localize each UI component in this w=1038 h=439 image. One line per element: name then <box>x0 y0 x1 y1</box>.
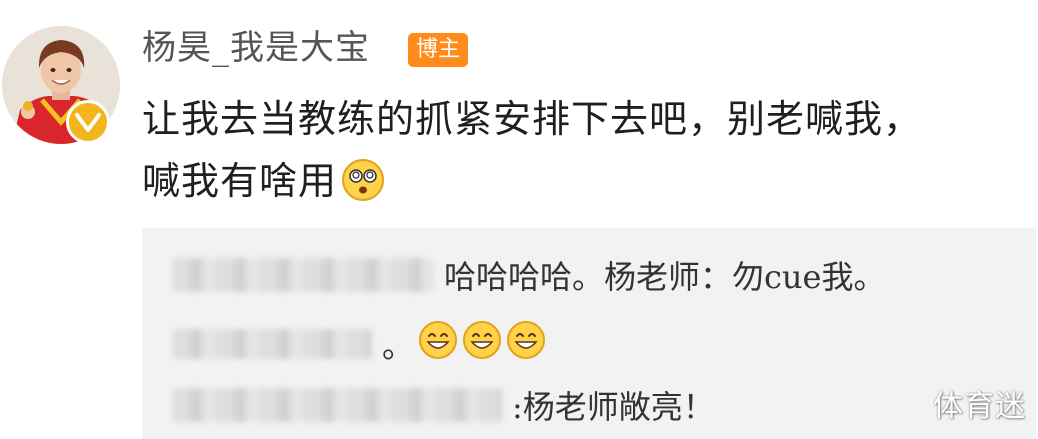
blogger-badge: 博主 <box>408 33 469 67</box>
post-text-line-2: 喊我有啥用 <box>142 159 338 203</box>
post-text-line-1: 让我去当教练的抓紧安排下去吧，别老喊我， <box>142 97 923 141</box>
reply-list: 哈哈哈哈。杨老师：勿cue我。 。:杨老师敞亮！ <box>142 228 1036 439</box>
reply-text: :杨老师敞亮！ <box>512 388 715 426</box>
grin-emoji-icon <box>506 320 546 368</box>
grin-emoji-icon <box>418 320 458 368</box>
reply-text: 。 <box>382 327 415 365</box>
verified-badge-icon <box>66 100 110 144</box>
post-text: 让我去当教练的抓紧安排下去吧，别老喊我， 喊我有啥用 <box>142 88 1032 220</box>
blurred-username <box>172 258 434 292</box>
reply-text: 哈哈哈哈。杨老师：勿cue我。 <box>444 258 886 296</box>
blurred-username <box>172 329 372 359</box>
watermark: 体育迷 <box>933 389 1026 424</box>
reply-item[interactable]: :杨老师敞亮！ <box>172 380 715 430</box>
reply-item[interactable]: 哈哈哈哈。杨老师：勿cue我。 <box>172 250 885 300</box>
blurred-username <box>172 388 502 422</box>
dizzy-face-emoji-icon <box>341 158 385 220</box>
reply-item[interactable]: 。 <box>172 319 546 369</box>
post-text-line-2-wrap: 喊我有啥用 <box>142 150 1032 220</box>
author-name[interactable]: 杨昊_我是大宝 <box>142 26 370 70</box>
grin-emoji-icon <box>462 320 502 368</box>
